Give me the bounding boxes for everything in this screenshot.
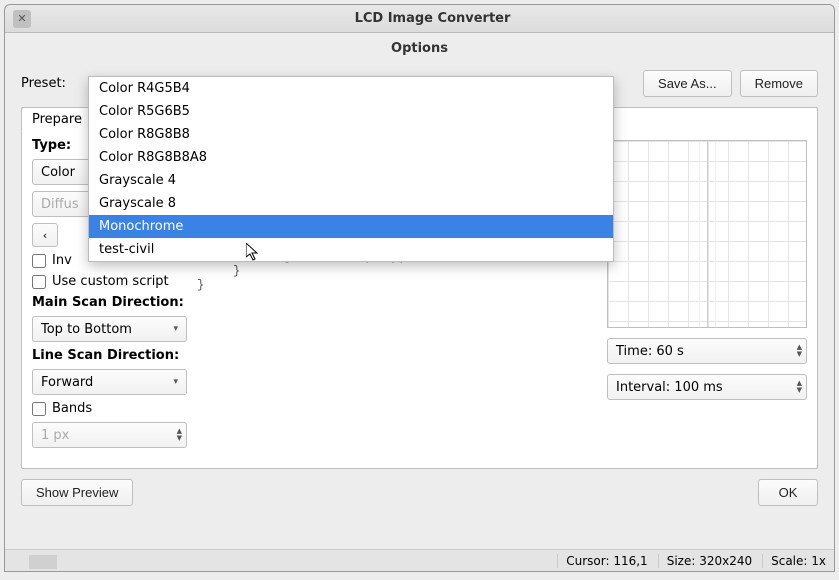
prev-button[interactable]: ‹ bbox=[32, 223, 58, 247]
interval-spinbox[interactable]: Interval: 100 ms ▲▼ bbox=[607, 374, 807, 400]
preset-option[interactable]: Monochrome bbox=[89, 215, 613, 238]
spinner-icon[interactable]: ▲▼ bbox=[797, 380, 802, 394]
preset-option[interactable]: Grayscale 4 bbox=[89, 169, 613, 192]
main-scan-value: Top to Bottom bbox=[41, 322, 132, 337]
spinner-icon: ▲▼ bbox=[177, 428, 182, 442]
main-scan-label: Main Scan Direction: bbox=[32, 295, 187, 310]
time-spinbox[interactable]: Time: 60 s ▲▼ bbox=[607, 338, 807, 364]
time-value: Time: 60 s bbox=[616, 344, 684, 359]
preview-grid bbox=[607, 140, 807, 328]
preset-option[interactable]: Color R5G6B5 bbox=[89, 100, 613, 123]
line-scan-value: Forward bbox=[41, 375, 93, 390]
type-value: Color bbox=[41, 165, 75, 180]
window-title: LCD Image Converter bbox=[31, 11, 834, 26]
close-button[interactable]: ✕ bbox=[13, 10, 31, 28]
interval-value: Interval: 100 ms bbox=[616, 380, 723, 395]
spinner-icon[interactable]: ▲▼ bbox=[797, 344, 802, 358]
status-size: Size: 320x240 bbox=[658, 554, 752, 568]
chevron-down-icon: ▾ bbox=[169, 377, 182, 387]
ok-button[interactable]: OK bbox=[758, 479, 818, 506]
status-scale: Scale: 1x bbox=[762, 554, 826, 568]
bands-label: Bands bbox=[52, 401, 92, 416]
preset-option[interactable]: Grayscale 8 bbox=[89, 192, 613, 215]
custom-script-input[interactable] bbox=[32, 275, 46, 289]
invert-input[interactable] bbox=[32, 254, 46, 268]
bands-px-value: 1 px bbox=[41, 428, 69, 443]
line-scan-label: Line Scan Direction: bbox=[32, 348, 187, 363]
bands-checkbox[interactable]: Bands bbox=[32, 401, 187, 416]
remove-button[interactable]: Remove bbox=[740, 70, 818, 97]
main-scan-select[interactable]: Top to Bottom ▾ bbox=[32, 316, 187, 342]
preset-dropdown[interactable]: Color R4G5B4Color R5G6B5Color R8G8B8Colo… bbox=[88, 76, 614, 262]
custom-script-label: Use custom script bbox=[52, 274, 169, 289]
line-scan-select[interactable]: Forward ▾ bbox=[32, 369, 187, 395]
preset-option[interactable]: Color R8G8B8A8 bbox=[89, 146, 613, 169]
dither-value: Diffus bbox=[41, 197, 79, 212]
save-as-button[interactable]: Save As... bbox=[643, 70, 732, 97]
status-cursor: Cursor: 116,1 bbox=[557, 554, 647, 568]
preset-option[interactable]: Color R8G8B8 bbox=[89, 123, 613, 146]
resize-grip[interactable] bbox=[29, 555, 57, 569]
chevron-down-icon: ▾ bbox=[169, 324, 182, 334]
custom-script-checkbox[interactable]: Use custom script bbox=[32, 274, 187, 289]
bands-input[interactable] bbox=[32, 402, 46, 416]
bands-px-spinbox: 1 px ▲▼ bbox=[32, 422, 187, 448]
preset-label: Preset: bbox=[21, 76, 66, 91]
preset-option[interactable]: test-civil bbox=[89, 238, 613, 261]
preset-option[interactable]: Color R4G5B4 bbox=[89, 77, 613, 100]
show-preview-button[interactable]: Show Preview bbox=[21, 479, 133, 506]
tab-prepare[interactable]: Prepare bbox=[21, 107, 93, 132]
invert-label: Inv bbox=[52, 253, 72, 268]
dialog-title: Options bbox=[5, 33, 834, 64]
